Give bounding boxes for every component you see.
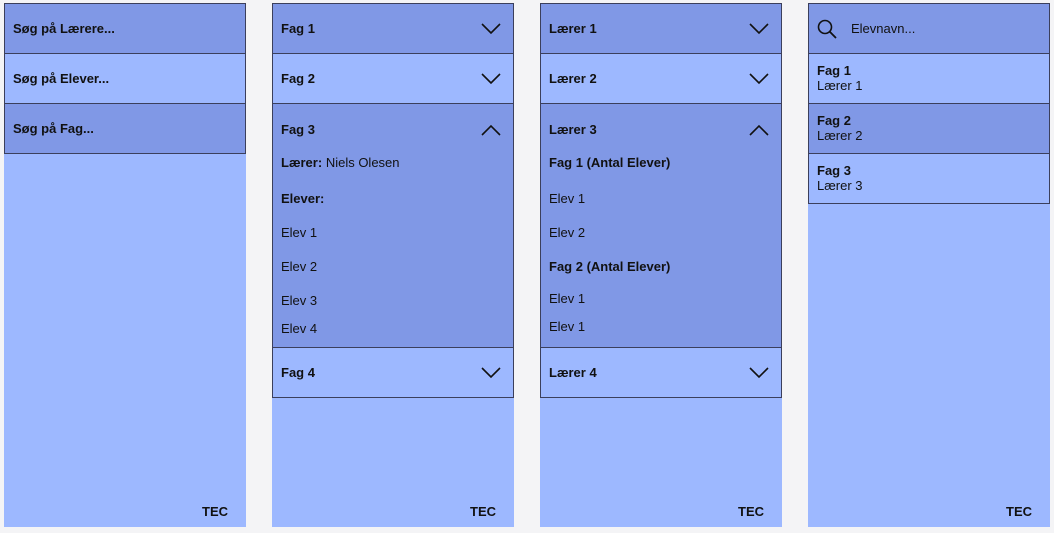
- student-name-input[interactable]: [849, 20, 1013, 37]
- footer-logo: TEC: [470, 504, 496, 519]
- search-teachers-label: Søg på Lærere...: [13, 21, 115, 36]
- accordion-item-fag-2[interactable]: Fag 2: [272, 53, 514, 104]
- accordion-item-label: Fag 3: [281, 122, 315, 137]
- search-subjects-button[interactable]: Søg på Fag...: [4, 103, 246, 154]
- student-item: Elev 4: [281, 320, 318, 336]
- teachers-panel: Lærer 1 Lærer 2 Lærer 3 Fag 1 (Antal Ele…: [540, 3, 782, 527]
- search-teachers-button[interactable]: Søg på Lærere...: [4, 3, 246, 54]
- result-subject: Fag 3: [817, 163, 851, 178]
- accordion-item-label: Fag 4: [281, 365, 315, 380]
- search-icon[interactable]: [817, 19, 837, 39]
- accordion-item-label: Fag 1: [281, 21, 315, 36]
- footer-logo: TEC: [738, 504, 764, 519]
- footer-logo: TEC: [202, 504, 228, 519]
- result-teacher: Lærer 1: [817, 78, 863, 93]
- chevron-down-icon: [749, 22, 769, 34]
- student-item: Elev 1: [549, 190, 586, 206]
- result-item[interactable]: Fag 2 Lærer 2: [808, 103, 1050, 154]
- accordion-item-fag-3-expanded: Fag 3 Lærer: Niels Olesen Elever: Elev 1…: [272, 103, 514, 348]
- chevron-down-icon: [749, 72, 769, 84]
- result-teacher: Lærer 3: [817, 178, 863, 193]
- result-subject: Fag 2: [817, 113, 851, 128]
- subject-group-heading: Fag 2 (Antal Elever): [549, 258, 671, 274]
- result-item[interactable]: Fag 1 Lærer 1: [808, 53, 1050, 104]
- teacher-label: Lærer:: [281, 155, 323, 170]
- accordion-item-laerer-4[interactable]: Lærer 4: [540, 347, 782, 398]
- chevron-up-icon: [481, 124, 501, 136]
- accordion-header-laerer-3[interactable]: Lærer 3: [541, 104, 781, 155]
- accordion-item-label: Lærer 4: [549, 365, 597, 380]
- chevron-down-icon: [481, 366, 501, 378]
- student-item: Elev 1: [549, 290, 586, 306]
- accordion-item-laerer-3-expanded: Lærer 3 Fag 1 (Antal Elever) Elev 1 Elev…: [540, 103, 782, 348]
- search-subjects-label: Søg på Fag...: [13, 121, 94, 136]
- search-students-button[interactable]: Søg på Elever...: [4, 53, 246, 104]
- accordion-item-label: Lærer 3: [549, 122, 597, 137]
- chevron-down-icon: [481, 72, 501, 84]
- student-item: Elev 1: [549, 318, 586, 334]
- search-students-label: Søg på Elever...: [13, 71, 110, 86]
- chevron-down-icon: [749, 366, 769, 378]
- chevron-down-icon: [481, 22, 501, 34]
- result-subject: Fag 1: [817, 63, 851, 78]
- accordion-header-fag-3[interactable]: Fag 3: [273, 104, 513, 155]
- accordion-item-label: Fag 2: [281, 71, 315, 86]
- search-bar: [808, 3, 1050, 54]
- accordion-item-label: Lærer 1: [549, 21, 597, 36]
- search-menu-panel: Søg på Lærere... Søg på Elever... Søg på…: [4, 3, 246, 527]
- accordion-item-laerer-1[interactable]: Lærer 1: [540, 3, 782, 54]
- teacher-name: Niels Olesen: [325, 155, 400, 170]
- student-item: Elev 3: [281, 292, 318, 308]
- accordion-item-fag-4[interactable]: Fag 4: [272, 347, 514, 398]
- accordion-item-fag-1[interactable]: Fag 1: [272, 3, 514, 54]
- student-search-panel: Fag 1 Lærer 1 Fag 2 Lærer 2 Fag 3 Lærer …: [808, 3, 1050, 527]
- student-item: Elev 2: [549, 224, 586, 240]
- accordion-item-laerer-2[interactable]: Lærer 2: [540, 53, 782, 104]
- chevron-up-icon: [749, 124, 769, 136]
- students-heading: Elever:: [281, 190, 325, 206]
- student-item: Elev 1: [281, 224, 318, 240]
- subject-group-heading: Fag 1 (Antal Elever): [549, 155, 671, 170]
- result-item[interactable]: Fag 3 Lærer 3: [808, 153, 1050, 204]
- accordion-item-label: Lærer 2: [549, 71, 597, 86]
- subjects-panel: Fag 1 Fag 2 Fag 3 Lærer: Niels Olesen El…: [272, 3, 514, 527]
- footer-logo: TEC: [1006, 504, 1032, 519]
- student-item: Elev 2: [281, 258, 318, 274]
- result-teacher: Lærer 2: [817, 128, 863, 143]
